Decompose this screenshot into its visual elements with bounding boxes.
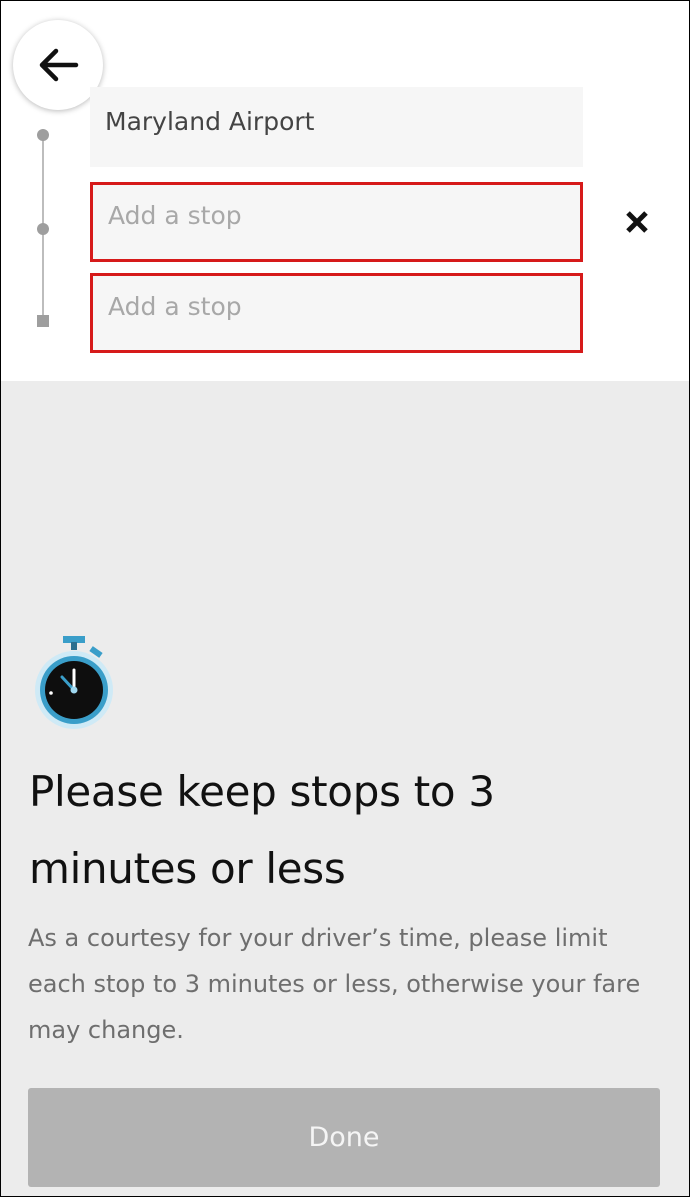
pickup-marker xyxy=(37,129,49,141)
arrow-left-icon xyxy=(39,48,79,82)
remove-stop-button[interactable] xyxy=(619,204,655,240)
stopwatch-icon xyxy=(35,636,113,729)
done-button[interactable]: Done xyxy=(28,1088,660,1187)
add-stops-screen: Maryland Airport Please keep stops to 3 … xyxy=(0,0,690,1197)
route-editor: Maryland Airport xyxy=(1,1,689,381)
pickup-field[interactable]: Maryland Airport xyxy=(90,87,583,167)
stop-input-1[interactable] xyxy=(90,182,583,262)
destination-marker xyxy=(37,315,49,327)
notice-title: Please keep stops to 3 minutes or less xyxy=(29,767,495,893)
stop-input-2[interactable] xyxy=(90,273,583,353)
notice-body: As a courtesy for your driver’s time, pl… xyxy=(28,924,641,1044)
pickup-value: Maryland Airport xyxy=(105,107,315,136)
stop-marker xyxy=(37,223,49,235)
close-icon xyxy=(626,211,648,233)
